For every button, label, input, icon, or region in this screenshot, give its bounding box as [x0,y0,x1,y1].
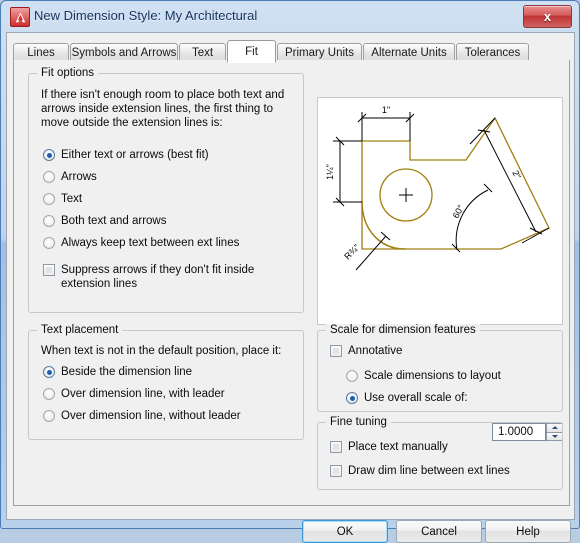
close-icon[interactable]: x [523,5,572,28]
window-title: New Dimension Style: My Architectural [34,8,258,23]
checkbox-indicator [330,345,342,357]
scale-for-dimension-features-group: Scale for dimension features Annotative … [317,324,563,412]
scale-features-legend: Scale for dimension features [326,324,480,336]
radio-label: Over dimension line, without leader [61,410,241,422]
radio-either-text-or-arrows[interactable]: Either text or arrows (best fit) [43,148,209,162]
tab-tolerances[interactable]: Tolerances [456,43,529,61]
radio-label: Over dimension line, with leader [61,388,225,400]
radio-both-text-and-arrows[interactable]: Both text and arrows [43,214,166,228]
radio-label: Use overall scale of: [364,392,468,404]
radio-label: Text [61,193,83,205]
radio-indicator [43,149,55,161]
radio-label: Beside the dimension line [61,366,193,378]
radio-indicator [43,388,55,400]
radio-indicator [346,392,358,404]
fit-options-group: Fit options If there isn't enough room t… [28,67,304,313]
dialog-client-area: Lines Symbols and Arrows Text Fit Primar… [6,32,575,543]
checkbox-indicator [330,441,342,453]
checkbox-draw-dim-line-between-ext-lines[interactable]: Draw dim line between ext lines [330,464,510,478]
preview-label-width: 1" [382,105,390,115]
checkbox-indicator [43,264,55,276]
fit-options-description: If there isn't enough room to place both… [41,89,285,129]
tab-page-fit: Fit options If there isn't enough room t… [13,60,570,506]
checkbox-suppress-arrows[interactable]: Suppress arrows if they don't fit inside… [43,263,283,291]
cancel-button[interactable]: Cancel [396,520,482,543]
dialog-window: New Dimension Style: My Architectural x … [0,0,580,543]
checkbox-indicator [330,465,342,477]
tab-primary-units[interactable]: Primary Units [277,43,362,61]
text-placement-group: Text placement When text is not in the d… [28,324,304,440]
checkbox-label: Place text manually [348,441,448,453]
radio-arrows[interactable]: Arrows [43,170,97,184]
checkbox-label: Annotative [348,345,403,357]
radio-indicator [346,370,358,382]
radio-indicator [43,410,55,422]
radio-label: Either text or arrows (best fit) [61,149,209,161]
radio-indicator [43,215,55,227]
radio-over-dimension-line-with-leader[interactable]: Over dimension line, with leader [43,387,225,401]
radio-indicator [43,237,55,249]
tab-fit[interactable]: Fit [227,40,276,63]
radio-label: Always keep text between ext lines [61,237,240,249]
text-placement-legend: Text placement [37,324,123,336]
radio-label: Both text and arrows [61,215,167,227]
dimension-style-preview: 1" 1¼" R¾" 60° 2" [317,97,563,325]
fit-options-legend: Fit options [37,67,99,79]
radio-indicator [43,171,55,183]
autocad-logo-icon [10,7,30,27]
tab-bar: Lines Symbols and Arrows Text Fit Primar… [13,39,568,63]
preview-label-length: 2" [510,169,523,181]
fine-tuning-legend: Fine tuning [326,416,391,428]
title-bar[interactable]: New Dimension Style: My Architectural x [1,1,579,31]
radio-beside-the-dimension-line[interactable]: Beside the dimension line [43,365,192,379]
radio-use-overall-scale-of[interactable]: Use overall scale of: [346,391,468,405]
preview-label-radius: R¾" [342,242,361,261]
checkbox-label: Draw dim line between ext lines [348,465,510,477]
checkbox-annotative[interactable]: Annotative [330,344,402,358]
tab-alternate-units[interactable]: Alternate Units [363,43,455,61]
radio-scale-dimensions-to-layout[interactable]: Scale dimensions to layout [346,369,501,383]
fine-tuning-group: Fine tuning Place text manually Draw dim… [317,416,563,490]
checkbox-place-text-manually[interactable]: Place text manually [330,440,448,454]
radio-label: Arrows [61,171,97,183]
radio-indicator [43,193,55,205]
tab-text[interactable]: Text [179,43,226,61]
tab-symbols-and-arrows[interactable]: Symbols and Arrows [70,43,178,61]
radio-indicator [43,366,55,378]
help-button[interactable]: Help [485,520,571,543]
radio-always-keep-text-between-ext-lines[interactable]: Always keep text between ext lines [43,236,239,250]
preview-label-height: 1¼" [325,164,335,180]
checkbox-label: Suppress arrows if they don't fit inside… [61,264,255,290]
radio-text[interactable]: Text [43,192,82,206]
text-placement-description: When text is not in the default position… [41,345,282,357]
radio-label: Scale dimensions to layout [364,370,501,382]
preview-label-angle: 60° [451,203,466,220]
radio-over-dimension-line-without-leader[interactable]: Over dimension line, without leader [43,409,241,423]
ok-button[interactable]: OK [302,520,388,543]
tab-lines[interactable]: Lines [13,43,69,61]
